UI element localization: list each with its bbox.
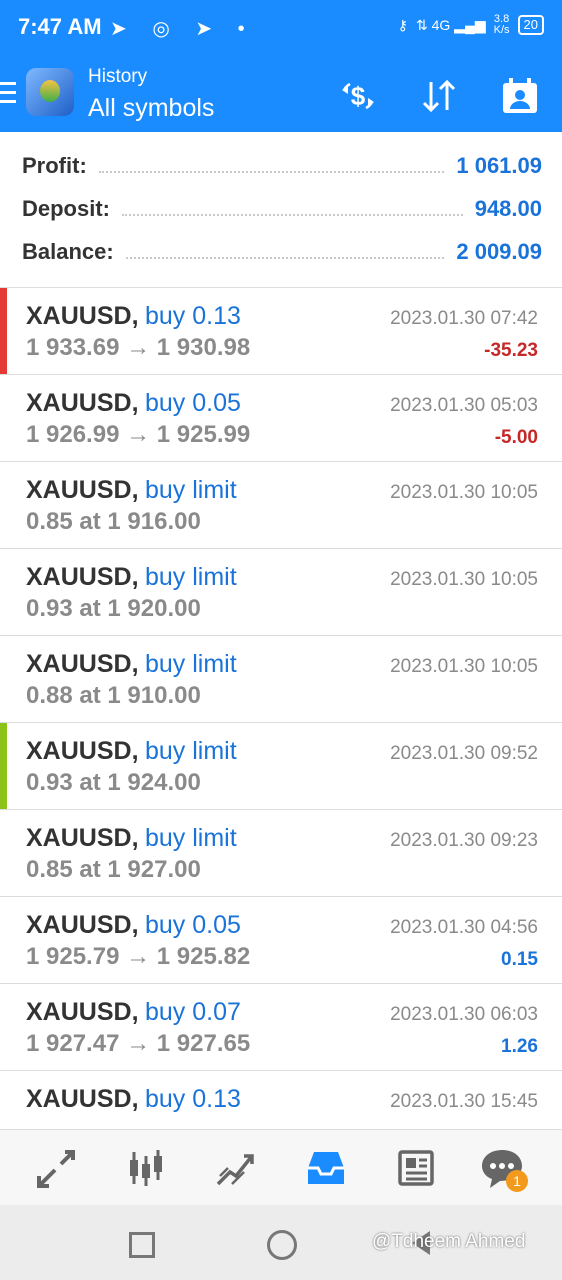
sort-icon[interactable]: [419, 76, 459, 116]
trade-row[interactable]: XAUUSD, buy limit 0.88 at 1 910.00 2023.01.…: [0, 636, 562, 723]
trade-prices: 0.85 at 1 916.00: [26, 508, 201, 535]
system-nav: @Tdheem Ahmed: [0, 1205, 562, 1280]
trade-action: buy limit: [145, 650, 237, 678]
watermark: @Tdheem Ahmed: [372, 1231, 526, 1252]
notification-icons: ➤ ◎ ➤ •: [110, 18, 255, 40]
trade-row[interactable]: XAUUSD, buy limit 0.93 at 1 920.00 2023.01.…: [0, 549, 562, 636]
trade-date: 2023.01.30 10:05: [390, 656, 538, 677]
battery-icon: 20: [517, 15, 544, 35]
trade-profit: 1.26: [501, 1036, 538, 1057]
home-button[interactable]: [267, 1230, 297, 1260]
trade-history-list[interactable]: XAUUSD, buy 0.13 1 933.69 → 1 930.98 2023.0…: [0, 287, 562, 1130]
trade-row[interactable]: XAUUSD, buy 0.07 1 927.47 → 1 927.65 2023.0…: [0, 984, 562, 1071]
calendar-user-icon[interactable]: [500, 76, 540, 116]
trade-date: 2023.01.30 09:23: [390, 830, 538, 851]
trade-action: buy limit: [145, 824, 237, 852]
dotted-leader: [122, 214, 463, 216]
status-time: 7:47 AM: [18, 14, 102, 39]
quotes-icon[interactable]: [35, 1146, 79, 1190]
trade-action: buy 0.13: [145, 1085, 241, 1113]
trade-symbol: XAUUSD,: [26, 1085, 139, 1113]
app-logo: [26, 68, 74, 116]
status-bar: 7:47 AM ➤ ◎ ➤ • ⚷ ⇅ 4G ▂▄▆ 3.8 K/s 20: [0, 0, 562, 58]
trade-action: buy 0.05: [145, 389, 241, 417]
summary-value: 948.00: [474, 196, 542, 221]
bottom-nav: 1: [0, 1129, 562, 1206]
trade-row[interactable]: XAUUSD, buy 0.05 1 925.79 → 1 925.82 2023.0…: [0, 897, 562, 984]
summary-value: 2 009.09: [456, 239, 542, 264]
dotted-leader: [125, 257, 445, 259]
net-speed: 3.8 K/s: [493, 13, 510, 36]
trade-date: 2023.01.30 15:45: [390, 1091, 538, 1112]
signal-icon: ⇅ 4G ▂▄▆: [415, 16, 486, 33]
chart-icon[interactable]: [124, 1146, 168, 1190]
summary-value: 1 061.09: [456, 153, 542, 178]
summary-label: Deposit:: [22, 196, 110, 221]
trade-date: 2023.01.30 09:52: [390, 743, 538, 764]
trade-symbol: XAUUSD,: [26, 737, 139, 765]
trade-symbol: XAUUSD,: [26, 563, 139, 591]
summary-row-profit: Profit: 1 061.09: [22, 146, 542, 186]
trade-prices: 1 927.47 → 1 927.65: [26, 1030, 251, 1057]
trade-prices: 0.93 at 1 920.00: [26, 595, 201, 622]
summary-row-deposit: Deposit: 948.00: [22, 189, 542, 229]
key-icon: ⚷: [397, 16, 408, 33]
app-bar: History All symbols $: [0, 58, 562, 132]
trade-icon[interactable]: [214, 1146, 258, 1190]
trade-action: buy 0.13: [145, 302, 241, 330]
trade-date: 2023.01.30 10:05: [390, 569, 538, 590]
trade-row[interactable]: XAUUSD, buy 0.13 1 933.69 → 1 930.98 2023.0…: [0, 288, 562, 375]
trade-action: buy limit: [145, 476, 237, 504]
summary-label: Profit:: [22, 153, 87, 178]
trade-symbol: XAUUSD,: [26, 824, 139, 852]
status-bar-indicator: [0, 288, 7, 374]
status-right: ⚷ ⇅ 4G ▂▄▆ 3.8 K/s 20: [398, 14, 544, 36]
trade-date: 2023.01.30 04:56: [390, 917, 538, 938]
news-icon[interactable]: [394, 1146, 438, 1190]
trade-symbol: XAUUSD,: [26, 389, 139, 417]
trade-action: buy 0.05: [145, 911, 241, 939]
trade-prices: 0.85 at 1 927.00: [26, 856, 201, 883]
trade-profit: -5.00: [494, 427, 538, 448]
page-title[interactable]: All symbols: [88, 94, 214, 123]
trade-symbol: XAUUSD,: [26, 476, 139, 504]
trade-date: 2023.01.30 06:03: [390, 1004, 538, 1025]
trade-row[interactable]: XAUUSD, buy limit 0.85 at 1 916.00 2023.01.…: [0, 462, 562, 549]
trade-prices: 0.88 at 1 910.00: [26, 682, 201, 709]
trade-profit: -35.23: [484, 340, 538, 361]
trade-prices: 1 926.99 → 1 925.99: [26, 421, 251, 448]
trade-symbol: XAUUSD,: [26, 998, 139, 1026]
status-bar-indicator: [0, 723, 7, 809]
trade-date: 2023.01.30 05:03: [390, 395, 538, 416]
trade-row[interactable]: XAUUSD, buy 0.13 2023.01.30 15:45: [0, 1071, 562, 1130]
dotted-leader: [98, 171, 445, 173]
trade-prices: 1 925.79 → 1 925.82: [26, 943, 251, 970]
summary-row-balance: Balance: 2 009.09: [22, 232, 542, 272]
trade-symbol: XAUUSD,: [26, 302, 139, 330]
recents-button[interactable]: [129, 1232, 155, 1258]
menu-icon[interactable]: [0, 82, 16, 104]
chat-button[interactable]: 1: [480, 1146, 528, 1192]
history-icon[interactable]: [304, 1146, 348, 1190]
account-summary: Profit: 1 061.09 Deposit: 948.00 Balance…: [0, 132, 562, 286]
chat-badge: 1: [506, 1170, 528, 1192]
svg-text:$: $: [351, 81, 366, 111]
trade-profit: 0.15: [501, 949, 538, 970]
trade-row[interactable]: XAUUSD, buy limit 0.85 at 1 927.00 2023.01.…: [0, 810, 562, 897]
trade-row[interactable]: XAUUSD, buy 0.05 1 926.99 → 1 925.99 2023.0…: [0, 375, 562, 462]
summary-label: Balance:: [22, 239, 114, 264]
trade-action: buy limit: [145, 563, 237, 591]
page-subtitle: History: [88, 66, 148, 87]
trade-row[interactable]: XAUUSD, buy limit 0.93 at 1 924.00 2023.01.…: [0, 723, 562, 810]
trade-symbol: XAUUSD,: [26, 911, 139, 939]
trade-date: 2023.01.30 07:42: [390, 308, 538, 329]
trade-prices: 1 933.69 → 1 930.98: [26, 334, 251, 361]
trade-date: 2023.01.30 10:05: [390, 482, 538, 503]
trade-action: buy limit: [145, 737, 237, 765]
trade-action: buy 0.07: [145, 998, 241, 1026]
trade-prices: 0.93 at 1 924.00: [26, 769, 201, 796]
trade-symbol: XAUUSD,: [26, 650, 139, 678]
currency-exchange-icon[interactable]: $: [338, 76, 378, 116]
